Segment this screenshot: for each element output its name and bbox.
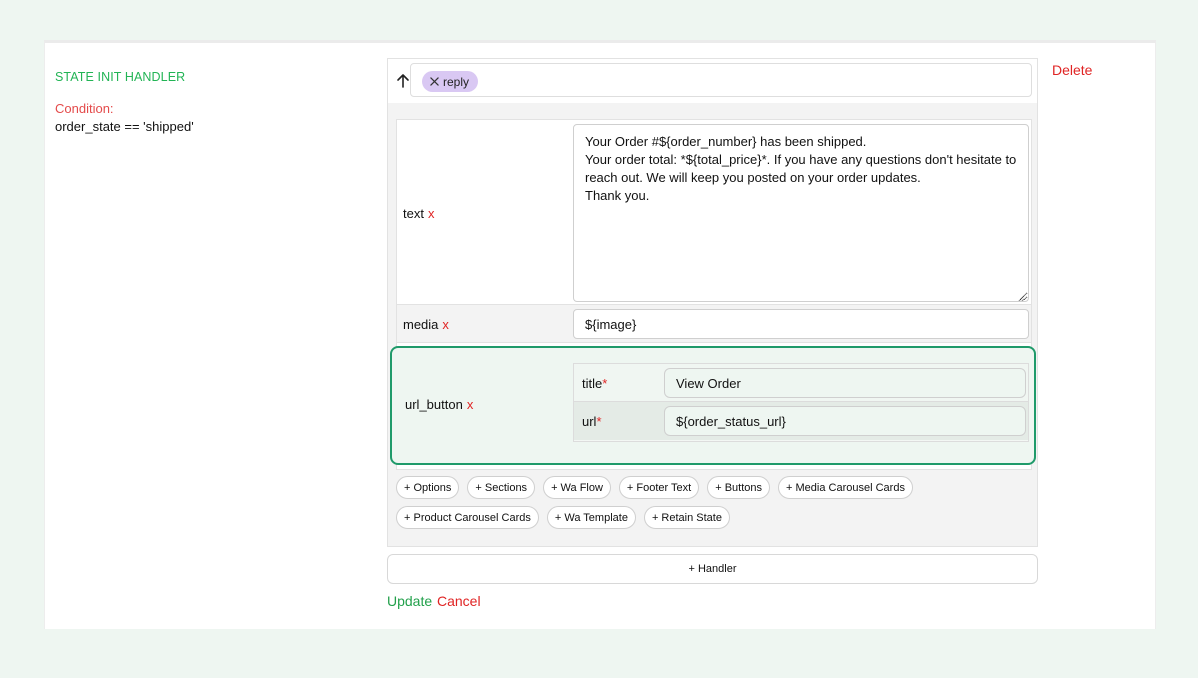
required-mark: * <box>602 376 608 391</box>
field-row-media: media x ${image} <box>397 305 1031 343</box>
url-button-url-input[interactable]: ${order_status_url} <box>664 406 1026 436</box>
cancel-link[interactable]: Cancel <box>437 593 481 609</box>
remove-media-field-button[interactable]: x <box>442 317 449 332</box>
field-row-text: text x Your Order #${order_number} has be… <box>397 120 1031 305</box>
trigger-row: reply <box>388 59 1037 103</box>
add-wa-flow-button[interactable]: + Wa Flow <box>543 476 611 499</box>
text-line: Your Order #${order_number} has been shi… <box>585 134 867 149</box>
url-button-field-label: url_button x <box>405 397 473 412</box>
add-wa-template-button[interactable]: + Wa Template <box>546 506 636 529</box>
url-button-url-label: url* <box>582 414 602 429</box>
trigger-chip-reply[interactable]: reply <box>422 71 479 92</box>
media-field-label: media x <box>403 317 449 332</box>
add-footer-text-button[interactable]: + Footer Text <box>618 476 700 499</box>
url-button-title-value: View Order <box>676 375 741 391</box>
add-field-chips-row-2: + Product Carousel Cards + Wa Template +… <box>396 506 730 529</box>
url-button-url-label-text: url <box>582 414 597 429</box>
condition-value: order_state == 'shipped' <box>55 119 194 134</box>
handler-card: STATE INIT HANDLER Condition: order_stat… <box>44 40 1156 629</box>
app-frame: STATE INIT HANDLER Condition: order_stat… <box>0 0 1198 678</box>
url-button-field-label-text: url_button <box>405 397 463 412</box>
handler-editor: reply text x Your Order #${order_number} … <box>387 58 1038 547</box>
url-button-title-label-text: title <box>582 376 603 391</box>
handler-type-title: STATE INIT HANDLER <box>55 70 186 84</box>
media-field-label-text: media <box>403 317 439 332</box>
delete-handler-link[interactable]: Delete <box>1052 62 1092 78</box>
required-mark: * <box>596 414 602 429</box>
url-button-url-row: url* ${order_status_url} <box>574 402 1028 440</box>
text-field-label-text: text <box>403 206 424 221</box>
resize-handle-icon[interactable] <box>1017 290 1025 301</box>
add-handler-button[interactable]: + Handler <box>387 554 1038 584</box>
trigger-chip-label: reply <box>443 74 470 89</box>
add-media-carousel-cards-button[interactable]: + Media Carousel Cards <box>778 476 913 499</box>
remove-text-field-button[interactable]: x <box>428 206 435 221</box>
text-line: Thank you. <box>585 188 650 203</box>
add-product-carousel-cards-button[interactable]: + Product Carousel Cards <box>396 506 539 529</box>
text-line: Your order total: *${total_price}*. If y… <box>585 152 1017 167</box>
url-button-title-input[interactable]: View Order <box>664 368 1026 398</box>
text-field-label: text x <box>403 206 434 221</box>
media-input[interactable]: ${image} <box>573 309 1029 339</box>
media-input-value: ${image} <box>585 316 637 332</box>
add-buttons-button[interactable]: + Buttons <box>707 476 771 499</box>
url-button-title-label: title* <box>582 376 607 391</box>
arrow-up-icon[interactable] <box>396 73 410 89</box>
text-line: reach out. We will keep you posted on yo… <box>585 170 921 185</box>
message-fields: text x Your Order #${order_number} has be… <box>390 119 1036 470</box>
url-button-subfields: title* View Order url* ${order_status_ur… <box>573 363 1029 442</box>
close-icon[interactable] <box>430 77 439 86</box>
add-options-button[interactable]: + Options <box>396 476 460 499</box>
condition-label: Condition: <box>55 101 114 116</box>
add-field-chips-row-1: + Options + Sections + Wa Flow + Footer … <box>396 476 913 499</box>
url-button-title-row: title* View Order <box>574 364 1028 402</box>
field-row-url-button: url_button x title* View Order url* ${or… <box>390 346 1036 465</box>
add-retain-state-button[interactable]: + Retain State <box>643 506 730 529</box>
add-sections-button[interactable]: + Sections <box>467 476 536 499</box>
trigger-input[interactable]: reply <box>410 63 1032 97</box>
url-button-url-value: ${order_status_url} <box>676 413 786 429</box>
update-link[interactable]: Update <box>387 593 432 609</box>
remove-url-button-field-button[interactable]: x <box>467 397 474 412</box>
text-message-textarea[interactable]: Your Order #${order_number} has been shi… <box>573 124 1029 302</box>
